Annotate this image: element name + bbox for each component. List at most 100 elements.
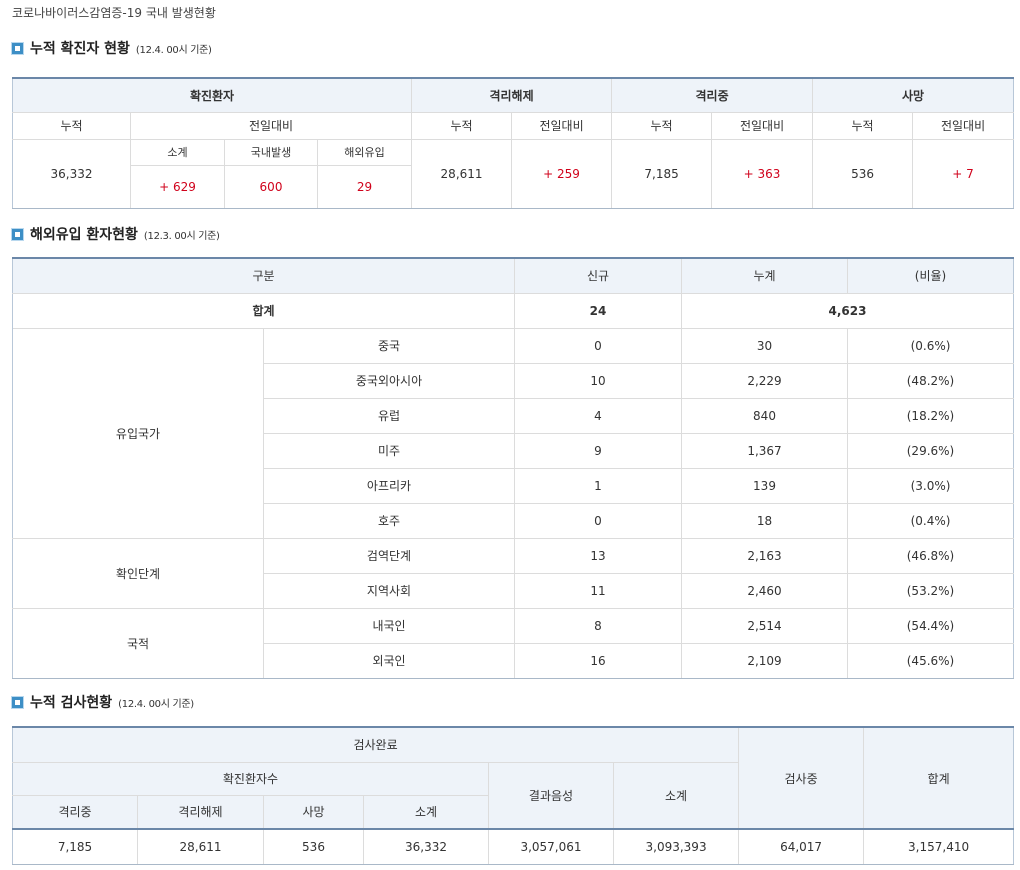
header-category: 구분 <box>12 257 515 294</box>
table-row: 국적 내국인 8 2,514 (54.4%) <box>12 607 1014 679</box>
value-total: 3,157,410 <box>863 828 1015 865</box>
row-name: 중국 <box>263 327 515 364</box>
row-total: 2,163 <box>681 537 848 574</box>
row-name: 지역사회 <box>263 572 515 609</box>
header-deaths-change: 전일대비 <box>912 111 1015 140</box>
row-new: 11 <box>514 572 682 609</box>
row-new: 16 <box>514 642 682 679</box>
header-confirmed-cumulative: 누적 <box>12 111 131 140</box>
row-ratio: (54.4%) <box>847 607 1014 644</box>
row-new: 1 <box>514 467 682 504</box>
value-confirmed-subtotal: 36,332 <box>363 828 489 865</box>
header-confirmed-subtotal: 소계 <box>363 794 489 830</box>
header-deaths-cumulative: 누적 <box>812 111 914 140</box>
row-total: 18 <box>681 502 848 539</box>
released-cumulative-value: 28,611 <box>411 138 513 209</box>
confirmed-cumulative-value: 36,332 <box>12 138 131 209</box>
row-ratio: (46.8%) <box>847 537 1014 574</box>
confirmed-subtotal-value: + 629 <box>130 164 225 209</box>
group-label-country: 유입국가 <box>12 327 264 539</box>
row-new: 10 <box>514 362 682 399</box>
row-total: 30 <box>681 327 848 364</box>
page-title: 코로나바이러스감염증-19 국내 발생현황 <box>12 6 216 20</box>
value-subtotal: 3,093,393 <box>612 828 740 865</box>
header-completed: 검사완료 <box>11 726 740 763</box>
tests-table: 검사완료 검사중 합계 확진환자수 결과음성 소계 격리중 격리해제 사망 소계… <box>11 726 1015 865</box>
header-subtotal: 소계 <box>130 138 225 166</box>
sum-total: 4,623 <box>681 292 1014 329</box>
row-new: 13 <box>514 537 682 574</box>
square-bullet-icon <box>11 228 24 241</box>
header-domestic: 국내발생 <box>224 138 318 166</box>
section-heading: 누적 확진자 현황 <box>30 41 130 57</box>
group-label-nationality: 국적 <box>12 607 264 679</box>
section-note: (12.4. 00시 기준) <box>118 699 194 710</box>
confirmed-table: 확진환자 격리해제 격리중 사망 누적 전일대비 누적 전일대비 누적 전일대비… <box>11 77 1015 209</box>
row-total: 2,229 <box>681 362 848 399</box>
isolated-cumulative-value: 7,185 <box>611 138 713 209</box>
header-confirmed-count: 확진환자수 <box>12 761 489 796</box>
section-confirmed-title: 누적 확진자 현황 (12.4. 00시 기준) <box>11 38 212 58</box>
imported-table: 구분 신규 누계 (비율) 합계 24 4,623 유입국가 중국 0 30 (… <box>12 257 1014 679</box>
row-new: 8 <box>514 607 682 644</box>
isolated-change-value: + 363 <box>711 138 814 209</box>
row-total: 2,514 <box>681 607 848 644</box>
header-confirmed-change: 전일대비 <box>129 111 413 140</box>
row-ratio: (18.2%) <box>847 397 1014 434</box>
header-imported: 해외유입 <box>316 138 413 166</box>
header-subtotal: 소계 <box>612 761 740 830</box>
row-total: 840 <box>681 397 848 434</box>
row-ratio: (45.6%) <box>847 642 1014 679</box>
row-new: 0 <box>514 327 682 364</box>
table-row: 확인단계 검역단계 13 2,163 (46.8%) <box>12 537 1014 609</box>
section-note: (12.3. 00시 기준) <box>143 231 220 242</box>
value-negative: 3,057,061 <box>488 828 614 865</box>
deaths-cumulative-value: 536 <box>812 138 914 209</box>
table-row: 7,185 28,611 536 36,332 3,057,061 3,093,… <box>12 828 1015 865</box>
header-total: 누계 <box>681 257 848 294</box>
header-released: 격리해제 <box>411 77 613 113</box>
header-confirmed: 확진환자 <box>11 77 413 113</box>
released-change-value: + 259 <box>511 138 613 209</box>
header-total: 합계 <box>863 726 1015 830</box>
row-total: 2,460 <box>681 572 848 609</box>
square-bullet-icon <box>11 696 24 709</box>
section-tests-title: 누적 검사현황 (12.4. 00시 기준) <box>11 692 194 712</box>
section-heading: 해외유입 환자현황 <box>30 227 138 243</box>
deaths-change-value: + 7 <box>912 138 1015 209</box>
row-name: 아프리카 <box>263 467 515 504</box>
header-ratio: (비율) <box>847 257 1014 294</box>
value-deaths: 536 <box>263 828 364 865</box>
section-note: (12.4. 00시 기준) <box>135 45 212 56</box>
row-ratio: (48.2%) <box>847 362 1014 399</box>
row-ratio: (29.6%) <box>847 432 1014 469</box>
row-name: 유럽 <box>263 397 515 434</box>
row-ratio: (0.6%) <box>847 327 1014 364</box>
header-isolated: 격리중 <box>12 794 138 830</box>
confirmed-domestic-value: 600 <box>224 164 318 209</box>
row-name: 내국인 <box>263 607 515 644</box>
row-ratio: (0.4%) <box>847 502 1014 539</box>
value-testing: 64,017 <box>738 828 865 865</box>
table-row: 유입국가 중국 0 30 (0.6%) <box>12 327 1014 539</box>
row-name: 외국인 <box>263 642 515 679</box>
section-imported-title: 해외유입 환자현황 (12.3. 00시 기준) <box>11 224 220 244</box>
square-bullet-icon <box>11 42 24 55</box>
row-new: 0 <box>514 502 682 539</box>
row-ratio: (3.0%) <box>847 467 1014 504</box>
row-name: 검역단계 <box>263 537 515 574</box>
section-heading: 누적 검사현황 <box>30 695 113 711</box>
row-ratio: (53.2%) <box>847 572 1014 609</box>
header-negative: 결과음성 <box>488 761 614 830</box>
header-deaths: 사망 <box>263 794 364 830</box>
header-isolated-cumulative: 누적 <box>611 111 713 140</box>
header-released: 격리해제 <box>137 794 264 830</box>
value-released: 28,611 <box>137 828 264 865</box>
group-label-stage: 확인단계 <box>12 537 264 609</box>
row-total: 1,367 <box>681 432 848 469</box>
sum-new: 24 <box>514 292 682 329</box>
header-isolated-change: 전일대비 <box>711 111 814 140</box>
row-total: 139 <box>681 467 848 504</box>
row-name: 호주 <box>263 502 515 539</box>
row-name: 미주 <box>263 432 515 469</box>
